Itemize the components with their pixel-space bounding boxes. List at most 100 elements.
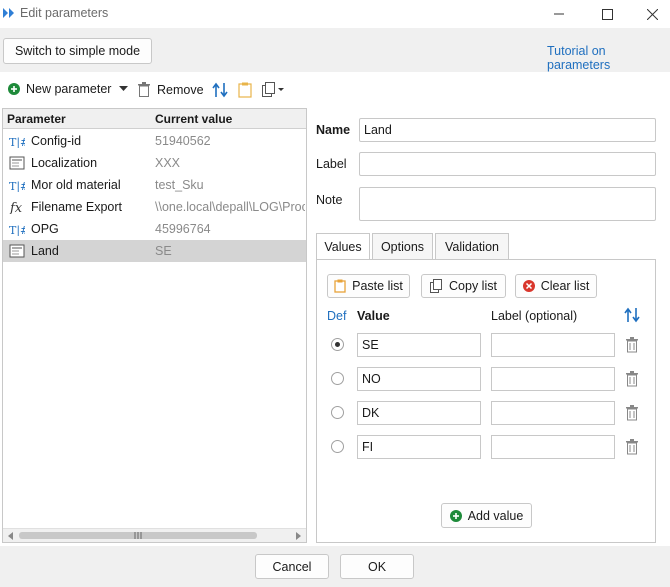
text-number-icon: T|#	[9, 224, 25, 236]
value-input[interactable]: FI	[357, 435, 481, 459]
tab-validation[interactable]: Validation	[435, 233, 509, 259]
default-radio[interactable]	[331, 440, 344, 453]
value-input[interactable]: DK	[357, 401, 481, 425]
label-input[interactable]	[491, 367, 615, 391]
parameter-row[interactable]: Localization XXX	[3, 152, 306, 174]
remove-button[interactable]: Remove	[137, 82, 204, 97]
close-button[interactable]	[630, 0, 670, 28]
ok-button[interactable]: OK	[340, 554, 414, 579]
clear-list-label: Clear list	[540, 279, 590, 293]
svg-text:T|#: T|#	[9, 136, 25, 148]
parameter-list[interactable]: Parameter Current value T|# Config-id 51…	[2, 108, 307, 543]
close-icon	[646, 8, 658, 20]
trash-icon[interactable]	[625, 439, 639, 455]
svg-text:T|#: T|#	[9, 224, 25, 236]
label-label: Label	[316, 157, 347, 171]
minimize-button[interactable]	[537, 0, 581, 28]
tab-values[interactable]: Values	[316, 233, 370, 260]
paste-list-button[interactable]: Paste list	[327, 274, 410, 298]
column-header-def: Def	[327, 309, 347, 323]
parameter-value: \\one.local\depall\LOG\Proc	[155, 200, 305, 214]
parameter-row[interactable]: T|# Config-id 51940562	[3, 130, 306, 152]
parameter-row[interactable]: T|# OPG 45996764	[3, 218, 306, 240]
svg-text:fx: fx	[9, 201, 23, 214]
switch-simple-mode-button[interactable]: Switch to simple mode	[3, 38, 152, 64]
clear-list-button[interactable]: Clear list	[515, 274, 597, 298]
header-toolbar: Switch to simple mode Tutorial on parame…	[0, 28, 670, 72]
clipboard-icon	[238, 82, 252, 98]
list-icon	[9, 244, 25, 258]
duplicate-button[interactable]	[262, 82, 286, 98]
trash-icon[interactable]	[625, 405, 639, 421]
add-circle-icon	[8, 83, 20, 95]
parameter-name: OPG	[31, 222, 59, 236]
new-parameter-button[interactable]: New parameter	[8, 82, 129, 96]
copy-icon	[430, 279, 443, 293]
list-icon	[9, 156, 25, 170]
parameter-name: Localization	[31, 156, 98, 170]
parameter-name: Mor old material	[31, 178, 121, 192]
parameter-name: Config-id	[31, 134, 82, 148]
sort-button[interactable]	[212, 82, 230, 98]
column-header-current-value[interactable]: Current value	[155, 112, 232, 126]
trash-icon[interactable]	[625, 337, 639, 353]
add-circle-icon	[449, 509, 462, 522]
add-value-label: Add value	[467, 508, 524, 523]
label-input[interactable]	[491, 333, 615, 357]
scroll-right-icon[interactable]	[294, 532, 302, 540]
note-input[interactable]	[359, 187, 656, 221]
sort-icon[interactable]	[624, 307, 642, 323]
parameter-value: SE	[155, 244, 172, 258]
label-input[interactable]	[359, 152, 656, 176]
column-header-parameter[interactable]: Parameter	[7, 112, 66, 126]
scrollbar-thumb[interactable]	[19, 532, 257, 539]
name-input[interactable]: Land	[359, 118, 656, 142]
tutorial-link[interactable]: Tutorial on parameters	[547, 44, 670, 72]
label-input[interactable]	[491, 435, 615, 459]
parameter-row-selected[interactable]: Land SE	[3, 240, 306, 262]
new-parameter-label: New parameter	[26, 82, 112, 96]
text-number-icon: T|#	[9, 136, 25, 148]
chevron-down-icon	[119, 86, 129, 91]
clipboard-icon	[334, 279, 346, 293]
parameter-name: Filename Export	[31, 200, 123, 214]
value-input[interactable]: SE	[357, 333, 481, 357]
svg-text:T|#: T|#	[9, 180, 25, 192]
copy-icon	[262, 82, 284, 97]
value-input[interactable]: NO	[357, 367, 481, 391]
function-icon: fx	[9, 201, 23, 214]
copy-list-button[interactable]: Copy list	[421, 274, 506, 298]
scroll-left-icon[interactable]	[7, 532, 15, 540]
trash-icon	[138, 82, 150, 97]
tab-options[interactable]: Options	[372, 233, 433, 259]
paste-list-label: Paste list	[352, 279, 403, 293]
paste-button[interactable]	[238, 82, 252, 98]
parameter-value: 51940562	[155, 134, 211, 148]
clear-icon	[522, 280, 535, 292]
parameter-value: 45996764	[155, 222, 211, 236]
text-number-icon: T|#	[9, 180, 25, 192]
default-radio[interactable]	[331, 406, 344, 419]
window-title: Edit parameters	[20, 6, 109, 20]
maximize-button[interactable]	[585, 0, 629, 28]
parameter-value: XXX	[155, 156, 181, 170]
default-radio[interactable]	[331, 338, 344, 351]
add-value-button[interactable]: Add value	[441, 503, 532, 528]
name-label: Name	[316, 123, 351, 137]
title-bar: Edit parameters	[0, 0, 670, 28]
parameter-row[interactable]: T|# Mor old material test_Sku	[3, 174, 306, 196]
minimize-icon	[554, 13, 564, 15]
remove-label: Remove	[157, 82, 204, 97]
cancel-button[interactable]: Cancel	[255, 554, 329, 579]
label-input[interactable]	[491, 401, 615, 425]
default-radio[interactable]	[331, 372, 344, 385]
grip-icon	[134, 532, 142, 539]
trash-icon[interactable]	[625, 371, 639, 387]
note-label: Note	[316, 193, 343, 207]
horizontal-scrollbar[interactable]	[3, 528, 306, 542]
column-header-label: Label (optional)	[491, 309, 578, 323]
list-header: Parameter Current value	[3, 109, 306, 129]
copy-list-label: Copy list	[449, 279, 497, 293]
parameter-row[interactable]: fx Filename Export \\one.local\depall\LO…	[3, 196, 306, 218]
column-header-value: Value	[357, 309, 390, 323]
